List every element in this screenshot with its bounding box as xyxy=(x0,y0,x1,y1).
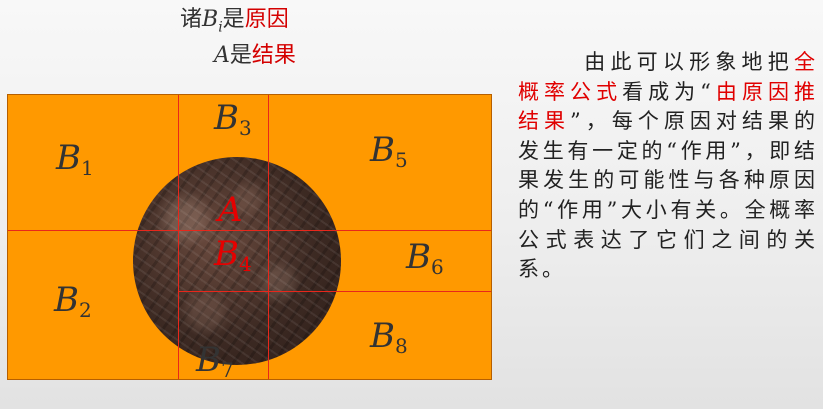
label-b8: B8 xyxy=(370,316,408,358)
partition-line xyxy=(178,95,179,379)
para-text: 由此可以形象地把 xyxy=(582,50,794,74)
caption-result: A是结果 xyxy=(214,42,296,70)
partition-line xyxy=(178,291,491,292)
label-b7: B7 xyxy=(196,340,234,380)
partition-line xyxy=(268,95,269,379)
caption-is: 是 xyxy=(229,43,252,68)
label-a: A xyxy=(218,190,243,230)
explanation-paragraph: 由此可以形象地把全概率公式看成为“由原因推结果”，每个原因对结果的发生有一定的“… xyxy=(518,48,818,285)
caption-cause-word: 原因 xyxy=(244,7,289,32)
caption-result-word: 结果 xyxy=(251,43,296,68)
label-b5: B5 xyxy=(370,130,408,172)
label-b6: B6 xyxy=(406,237,444,279)
partition-line xyxy=(8,230,491,231)
para-text: ”，每个原因对结果的发生有一定的“作用”，即结果发生的可能性与各种原因的“作用”… xyxy=(518,109,818,282)
label-b3: B3 xyxy=(214,98,252,140)
label-b1: B1 xyxy=(56,138,94,180)
label-b2: B2 xyxy=(54,280,92,322)
caption-prefix: 诸 xyxy=(180,7,203,32)
caption-variable-b: B xyxy=(202,7,219,32)
caption-is: 是 xyxy=(222,7,245,32)
partition-diagram: B1 B3 B5 A B4 B6 B2 B8 B7 xyxy=(7,94,492,380)
caption-variable-a: A xyxy=(214,43,230,68)
para-text: 看成为“ xyxy=(622,79,714,104)
caption-causes: 诸Bi是原因 xyxy=(180,6,289,41)
label-b4: B4 xyxy=(214,234,252,276)
